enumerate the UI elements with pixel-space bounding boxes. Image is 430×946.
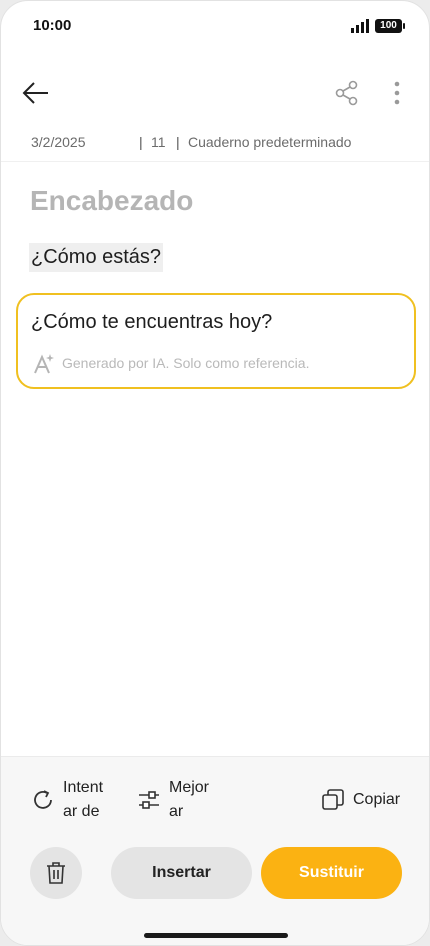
ai-result-card: ¿Cómo te encuentras hoy? Generado por IA… bbox=[16, 293, 416, 389]
more-options-button[interactable] bbox=[377, 73, 417, 113]
replace-button[interactable]: Sustituir bbox=[261, 847, 402, 899]
note-date: 3/2/2025 bbox=[31, 134, 86, 150]
refresh-icon bbox=[34, 790, 52, 809]
improve-label: Mejorar bbox=[169, 779, 210, 820]
sliders-icon bbox=[139, 791, 159, 809]
battery-icon: 100 bbox=[375, 19, 405, 33]
ai-disclaimer: Generado por IA. Solo como referencia. bbox=[62, 355, 310, 371]
char-count: 11 bbox=[151, 134, 166, 150]
status-time: 10:00 bbox=[33, 17, 72, 34]
copy-icon bbox=[322, 789, 344, 810]
copy-label: Copiar bbox=[353, 791, 401, 808]
more-vertical-icon bbox=[394, 81, 400, 105]
meta-separator: | bbox=[176, 134, 180, 150]
copy-button[interactable]: Copiar bbox=[321, 788, 400, 812]
trash-icon bbox=[47, 862, 65, 884]
status-bar: 10:00 100 bbox=[1, 1, 429, 51]
retry-label: Intentar de bbox=[63, 779, 104, 820]
notebook-name[interactable]: Cuaderno predeterminado bbox=[188, 134, 351, 150]
home-indicator[interactable] bbox=[144, 933, 288, 938]
ai-sparkle-icon bbox=[34, 354, 54, 374]
signal-icon bbox=[351, 19, 369, 33]
selected-text[interactable]: ¿Cómo estás? bbox=[29, 243, 164, 272]
improve-button[interactable]: Mejorar bbox=[137, 776, 217, 824]
ai-result-text: ¿Cómo te encuentras hoy? bbox=[31, 311, 273, 333]
share-icon bbox=[335, 80, 358, 106]
phone-screen: 10:00 100 3/2/2025 | 11 | Cuaderno prede… bbox=[0, 0, 430, 946]
back-button[interactable] bbox=[15, 73, 55, 113]
note-heading[interactable]: Encabezado bbox=[30, 185, 193, 217]
insert-button[interactable]: Insertar bbox=[111, 847, 252, 899]
share-button[interactable] bbox=[327, 73, 367, 113]
divider bbox=[1, 161, 429, 162]
retry-button[interactable]: Intentar de bbox=[31, 776, 111, 824]
arrow-left-icon bbox=[22, 82, 48, 104]
meta-separator: | bbox=[139, 134, 143, 150]
delete-button[interactable] bbox=[30, 847, 82, 899]
